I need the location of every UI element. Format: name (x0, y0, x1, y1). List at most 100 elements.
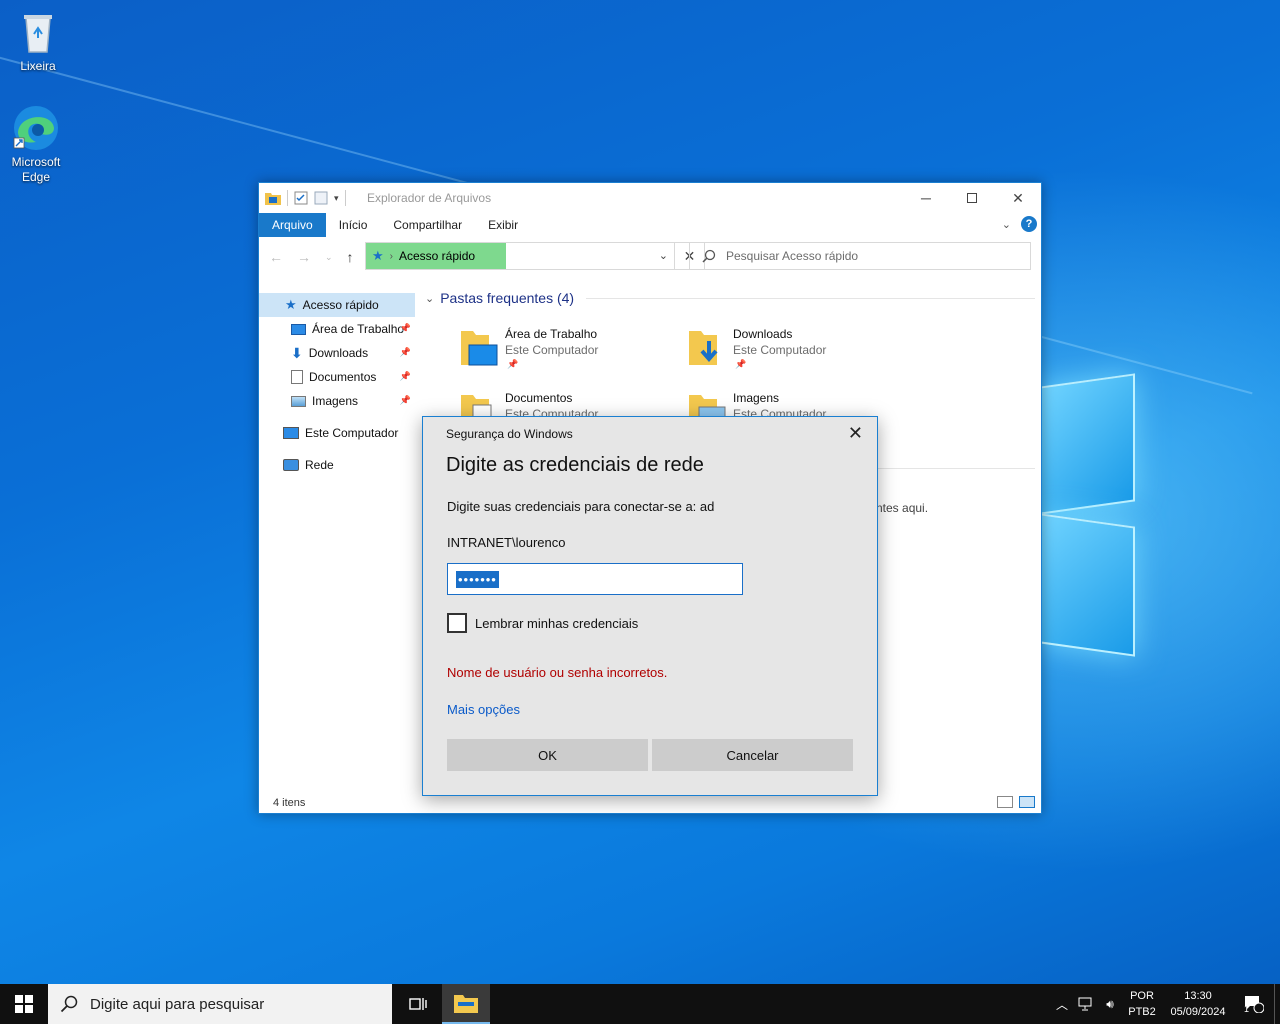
desktop-icon-edge[interactable]: Microsoft Edge (0, 104, 74, 185)
content-pane: ⌄ Pastas frequentes (4) Área de Trabalho… (425, 287, 1035, 429)
show-desktop-button[interactable] (1274, 984, 1280, 1024)
windows-logo-wallpaper (1040, 360, 1140, 670)
dialog-close-button[interactable]: ✕ (848, 423, 863, 444)
tab-arquivo[interactable]: Arquivo (259, 213, 326, 237)
tab-exibir[interactable]: Exibir (475, 213, 531, 237)
sidebar-item-label: Área de Trabalho (312, 322, 405, 336)
new-folder-icon[interactable] (314, 191, 328, 205)
address-dropdown-icon[interactable]: ⌄ (659, 249, 668, 262)
notification-count: 1 (1243, 1004, 1249, 1014)
sidebar-item-label: Rede (305, 458, 334, 472)
quick-access-star-icon: ★ (285, 297, 297, 312)
show-hidden-icons-button[interactable]: ︿ (1050, 996, 1074, 1013)
network-icon (283, 459, 299, 471)
pin-icon[interactable]: 📌 (400, 323, 411, 334)
properties-icon[interactable] (294, 191, 308, 205)
task-view-button[interactable] (400, 984, 436, 1024)
sidebar-item-acesso-rapido[interactable]: ★ Acesso rápido (259, 293, 415, 317)
navigation-pane: ★ Acesso rápido Área de Trabalho 📌 ⬇ Dow… (259, 293, 415, 477)
expand-ribbon-chevron-icon[interactable]: ⌄ (1002, 218, 1011, 231)
action-center-button[interactable]: 1 (1234, 995, 1274, 1014)
address-text: Acesso rápido (399, 249, 476, 263)
sidebar-item-este-computador[interactable]: Este Computador (259, 421, 415, 445)
checkbox-label: Lembrar minhas credenciais (475, 615, 639, 631)
search-icon (60, 995, 78, 1013)
sidebar-item-label: Downloads (308, 346, 369, 360)
section-divider (586, 297, 1035, 299)
address-bar[interactable]: ★ › Acesso rápido ⌄ (365, 242, 675, 270)
maximize-icon (967, 193, 977, 203)
forward-arrow-icon[interactable]: → (297, 249, 311, 265)
network-icon (1078, 997, 1092, 1011)
folder-tile-area-de-trabalho[interactable]: Área de Trabalho Este Computador 📌 (459, 325, 679, 381)
pictures-icon (291, 395, 306, 407)
download-arrow-icon: ⬇ (291, 344, 303, 361)
taskbar-search-box[interactable]: Digite aqui para pesquisar (48, 984, 392, 1024)
maximize-button[interactable] (949, 183, 995, 213)
edge-icon (13, 106, 58, 150)
sidebar-item-downloads[interactable]: ⬇ Downloads 📌 (259, 341, 415, 365)
checkbox-box[interactable] (447, 613, 467, 633)
document-icon (291, 370, 303, 384)
sidebar-item-imagens[interactable]: Imagens 📌 (259, 389, 415, 413)
language-indicator[interactable]: POR PTB2 (1122, 988, 1162, 1020)
customize-toolbar-chevron-icon[interactable]: ▾ (334, 193, 339, 204)
sidebar-item-rede[interactable]: Rede (259, 453, 415, 477)
search-box[interactable]: Pesquisar Acesso rápido (689, 242, 1031, 270)
tab-compartilhar[interactable]: Compartilhar (380, 213, 475, 237)
taskbar-search-placeholder: Digite aqui para pesquisar (90, 995, 265, 1013)
back-arrow-icon[interactable]: ← (269, 249, 283, 265)
help-icon[interactable]: ? (1021, 216, 1037, 232)
ok-button[interactable]: OK (447, 739, 648, 771)
large-icons-view-icon[interactable] (1019, 796, 1035, 808)
volume-button[interactable]: 🔊︎ (1098, 997, 1122, 1012)
clock-time: 13:30 (1184, 990, 1212, 1002)
close-button[interactable]: ✕ (995, 183, 1041, 213)
details-view-icon[interactable] (997, 796, 1013, 808)
desktop-folder-icon (461, 331, 498, 366)
dialog-prompt: Digite suas credenciais para conectar-se… (447, 499, 715, 514)
window-controls: ─ ✕ (903, 183, 1041, 213)
up-arrow-icon[interactable]: ↑ (347, 249, 354, 265)
remember-credentials-checkbox[interactable]: Lembrar minhas credenciais (447, 613, 638, 633)
explorer-folder-icon[interactable] (265, 191, 281, 205)
username-label: INTRANET\lourenco (447, 535, 566, 550)
address-breadcrumb[interactable]: ★ › Acesso rápido (366, 243, 506, 269)
more-options-link[interactable]: Mais opções (447, 702, 520, 717)
network-status-button[interactable] (1074, 997, 1098, 1011)
speaker-icon: 🔊︎ (1106, 996, 1114, 1011)
quick-access-star-icon: ★ (372, 248, 384, 263)
sidebar-item-label: Acesso rápido (302, 298, 379, 312)
windows-security-dialog[interactable]: Segurança do Windows ✕ Digite as credenc… (422, 416, 878, 796)
pin-icon[interactable]: 📌 (400, 347, 411, 358)
clock[interactable]: 13:30 05/09/2024 (1162, 988, 1234, 1020)
start-button[interactable] (0, 984, 48, 1024)
breadcrumb-chevron-icon: › (389, 250, 393, 262)
recycle-bin-icon (24, 15, 52, 53)
folder-tile-downloads[interactable]: Downloads Este Computador 📌 (687, 325, 907, 381)
cancel-button[interactable]: Cancelar (652, 739, 853, 771)
tab-inicio[interactable]: Início (326, 213, 381, 237)
pin-icon[interactable]: 📌 (400, 371, 411, 382)
window-title: Explorador de Arquivos (367, 191, 492, 205)
view-toggle (997, 796, 1035, 808)
explorer-titlebar[interactable]: ▾ Explorador de Arquivos ─ ✕ (259, 183, 1041, 213)
minimize-button[interactable]: ─ (903, 183, 949, 213)
clock-date: 05/09/2024 (1170, 1006, 1226, 1018)
sidebar-item-area-de-trabalho[interactable]: Área de Trabalho 📌 (259, 317, 415, 341)
pin-icon[interactable]: 📌 (400, 395, 411, 406)
status-item-count: 4 itens (273, 797, 306, 809)
recent-locations-chevron-icon[interactable]: ⌄ (325, 252, 333, 263)
frequent-folders-header[interactable]: ⌄ Pastas frequentes (4) (425, 287, 1035, 309)
desktop-icon-recycle-bin[interactable]: Lixeira (0, 8, 76, 74)
section-title: Pastas frequentes (4) (440, 290, 575, 306)
password-field[interactable]: ••••••• (447, 563, 743, 595)
sidebar-item-documentos[interactable]: Documentos 📌 (259, 365, 415, 389)
desktop-icon-label: Lixeira (20, 59, 56, 73)
file-explorer-folder-icon (454, 995, 478, 1013)
keyboard-layout: PTB2 (1128, 1006, 1156, 1018)
taskbar-file-explorer-button[interactable] (442, 984, 490, 1024)
windows-start-icon (15, 995, 33, 1013)
close-icon: ✕ (1012, 189, 1024, 206)
chevron-up-icon: ︿ (1055, 997, 1068, 1012)
